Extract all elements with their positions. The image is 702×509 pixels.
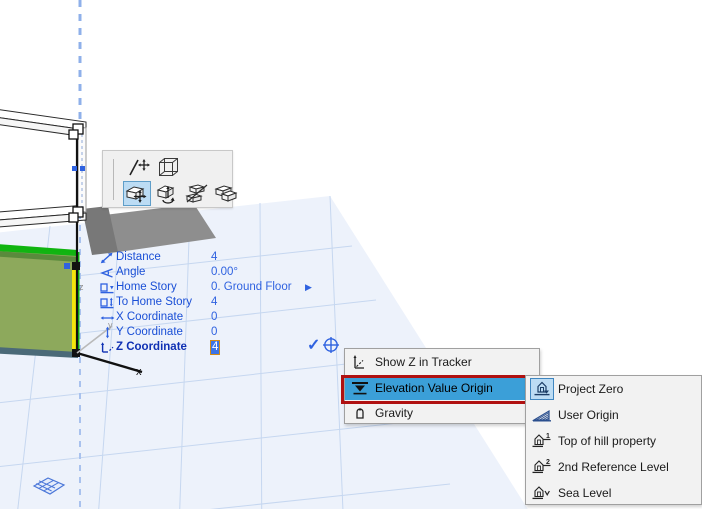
to-home-story-icon [98,296,116,310]
menu-item-show-z-in-tracker[interactable]: Show Z in Tracker [345,349,539,374]
axis-z-label: z [79,282,84,292]
y-coordinate-icon [98,326,116,340]
tracker-confirm-checkmark-icon[interactable]: ✓ [307,338,320,354]
tracker-label-x-coordinate: X Coordinate [116,311,184,323]
palette-button-bounding-box[interactable] [155,155,183,180]
mirror-3d-icon [185,183,208,203]
palette-button-elevate-point[interactable] [125,155,153,180]
svg-text:2: 2 [546,459,550,466]
tracker-row-home-story[interactable]: Home Story 0. Ground Floor ▶ [98,280,312,295]
elevation-value-origin-submenu[interactable]: Project Zero User Origin 1 Top of hill p… [525,375,702,505]
tracker-row-y-coordinate[interactable]: Y Coordinate 0 [98,325,217,340]
submenu-label-project-zero: Project Zero [558,381,624,396]
distance-icon [98,251,116,265]
submenu-label-2nd-reference-level: 2nd Reference Level [558,459,669,474]
tracker-value-to-home-story[interactable]: 4 [211,296,217,309]
tracker-value-home-story[interactable]: 0. Ground Floor [211,281,292,294]
z-coordinate-icon [98,341,116,355]
tracker-value-x-coordinate[interactable]: 0 [211,311,217,324]
palette-divider [113,159,114,200]
annotation-highlight-ring [341,375,543,404]
palette-button-rotate-3d[interactable] [153,181,181,206]
rotate-3d-icon [156,184,175,204]
user-origin-icon [526,402,558,427]
tracker-label-y-coordinate: Y Coordinate [116,326,183,338]
tracker-label-distance: Distance [116,251,161,263]
palette-button-multiply-3d[interactable] [213,181,241,206]
drag-3d-icon [125,185,147,203]
3d-edit-palette[interactable] [102,150,238,208]
x-coordinate-icon [98,311,116,325]
angle-icon [98,266,116,280]
tracker-row-z-coordinate[interactable]: Z Coordinate 4 [98,340,221,355]
tracker-value-y-coordinate[interactable]: 0 [211,326,217,339]
submenu-item-sea-level[interactable]: Sea Level [526,480,701,505]
tracker-row-angle[interactable]: Angle 0.00° [98,265,238,280]
ref-level-1-icon: 1 [526,428,558,453]
ref-level-2-icon: 2 [526,454,558,479]
home-story-icon [98,281,116,295]
submenu-label-sea-level: Sea Level [558,485,612,500]
palette-button-drag-3d[interactable] [123,181,151,206]
menu-label-show-z-in-tracker: Show Z in Tracker [375,354,472,369]
submenu-item-top-of-hill-property[interactable]: 1 Top of hill property [526,428,701,453]
show-z-axis-icon [345,349,375,374]
tracker-value-angle[interactable]: 0.00° [211,266,238,279]
tracker-label-z-coordinate: Z Coordinate [116,341,187,353]
svg-text:1: 1 [546,433,550,440]
submenu-label-top-of-hill-property: Top of hill property [558,433,657,448]
tracker-row-to-home-story[interactable]: To Home Story 4 [98,295,217,310]
tracker-value-z-coordinate[interactable]: 4 [209,340,221,355]
tracker-home-story-submenu-arrow[interactable]: ▶ [305,281,312,294]
multiply-3d-icon [214,184,238,202]
submenu-item-2nd-reference-level[interactable]: 2 2nd Reference Level [526,454,701,479]
tracker-label-to-home-story: To Home Story [116,296,193,308]
tracker-row-x-coordinate[interactable]: X Coordinate 0 [98,310,217,325]
tracker-row-distance[interactable]: Distance 4 [98,250,217,265]
project-zero-icon [526,376,558,401]
submenu-label-user-origin: User Origin [558,407,619,422]
crosshair-target-icon[interactable] [322,336,340,354]
bounding-box-icon [159,158,178,176]
submenu-item-project-zero[interactable]: Project Zero [526,376,701,401]
tracker-label-angle: Angle [116,266,146,278]
elevate-point-icon [129,158,150,175]
sea-level-icon [526,480,558,505]
tracker-panel[interactable]: Distance 4 Angle 0.00° Home Story 0. Gro… [98,250,323,356]
palette-button-mirror-3d[interactable] [183,181,211,206]
tracker-label-home-story: Home Story [116,281,177,293]
tracker-value-distance[interactable]: 4 [211,251,217,264]
submenu-item-user-origin[interactable]: User Origin [526,402,701,427]
axis-x-label: x [136,366,142,378]
menu-label-gravity: Gravity [375,405,414,420]
